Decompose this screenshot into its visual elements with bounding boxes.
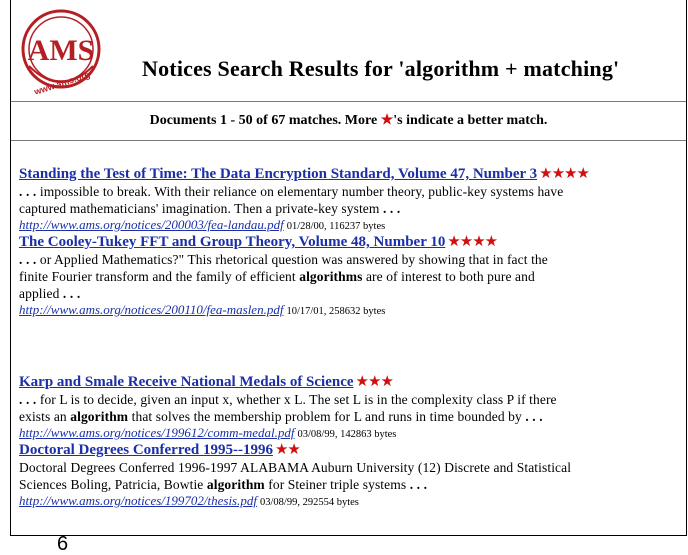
results-summary: Documents 1 - 50 of 67 matches. More ★'s…: [11, 112, 686, 129]
result-title-link[interactable]: Karp and Smale Receive National Medals o…: [19, 374, 354, 390]
relevance-stars-icon: ★★★: [355, 374, 394, 390]
result-snippet-line: Sciences Boling, Patricia, Bowtie algori…: [19, 477, 428, 492]
result-url-link[interactable]: http://www.ams.org/notices/199702/thesis…: [19, 493, 257, 508]
result-snippet-line: . . . impossible to break. With their re…: [19, 184, 564, 199]
page-number: 6: [57, 533, 69, 555]
result-info: 03/08/99, 292554 bytes: [259, 497, 359, 508]
header: AMS www.ams.org Notices Search Results f…: [15, 2, 685, 97]
result-snippet-line: exists an algorithm that solves the memb…: [19, 409, 543, 424]
result-meta: http://www.ams.org/notices/200110/fea-ma…: [19, 302, 686, 320]
star-icon: ★: [380, 113, 394, 128]
result-snippet-line: applied . . .: [19, 286, 81, 301]
result-info: 01/28/00, 116237 bytes: [286, 221, 386, 232]
result-title-link[interactable]: The Cooley-Tukey FFT and Group Theory, V…: [19, 234, 445, 250]
relevance-stars-icon: ★★★★: [539, 166, 590, 182]
result-snippet-line: . . . for L is to decide, given an input…: [19, 392, 557, 407]
divider: [11, 140, 686, 141]
result-item: Doctoral Degrees Conferred 1995--1996 ★★ …: [19, 440, 686, 511]
result-info: 03/08/99, 142863 bytes: [297, 429, 397, 440]
result-info: 10/17/01, 258632 bytes: [286, 306, 386, 317]
result-snippet-line: . . . or Applied Mathematics?" This rhet…: [19, 252, 548, 267]
result-url-link[interactable]: http://www.ams.org/notices/200110/fea-ma…: [19, 302, 283, 317]
result-item: Karp and Smale Receive National Medals o…: [19, 372, 686, 443]
result-snippet-line: Doctoral Degrees Conferred 1996-1997 ALA…: [19, 460, 572, 475]
result-item: The Cooley-Tukey FFT and Group Theory, V…: [19, 232, 686, 320]
result-snippet-line: captured mathematicians' imagination. Th…: [19, 201, 401, 216]
ams-logo-text: AMS: [28, 34, 95, 67]
result-snippet-line: finite Fourier transform and the family …: [19, 269, 535, 284]
page-title: Notices Search Results for 'algorithm + …: [142, 56, 620, 81]
summary-suffix: 's indicate a better match.: [393, 113, 548, 128]
ams-logo[interactable]: AMS www.ams.org: [15, 6, 107, 94]
divider: [11, 101, 686, 102]
result-title-link[interactable]: Standing the Test of Time: The Data Encr…: [19, 166, 537, 182]
relevance-stars-icon: ★★★★: [447, 234, 498, 250]
result-item: Standing the Test of Time: The Data Encr…: [19, 164, 686, 235]
result-url-link[interactable]: http://www.ams.org/notices/200003/fea-la…: [19, 217, 284, 232]
result-url-link[interactable]: http://www.ams.org/notices/199612/comm-m…: [19, 425, 295, 440]
result-title-link[interactable]: Doctoral Degrees Conferred 1995--1996: [19, 442, 273, 458]
relevance-stars-icon: ★★: [274, 442, 301, 458]
result-meta: http://www.ams.org/notices/199702/thesis…: [19, 493, 686, 511]
search-results-window: AMS www.ams.org Notices Search Results f…: [10, 0, 687, 536]
summary-prefix: Documents 1 - 50 of 67 matches. More: [149, 113, 381, 128]
